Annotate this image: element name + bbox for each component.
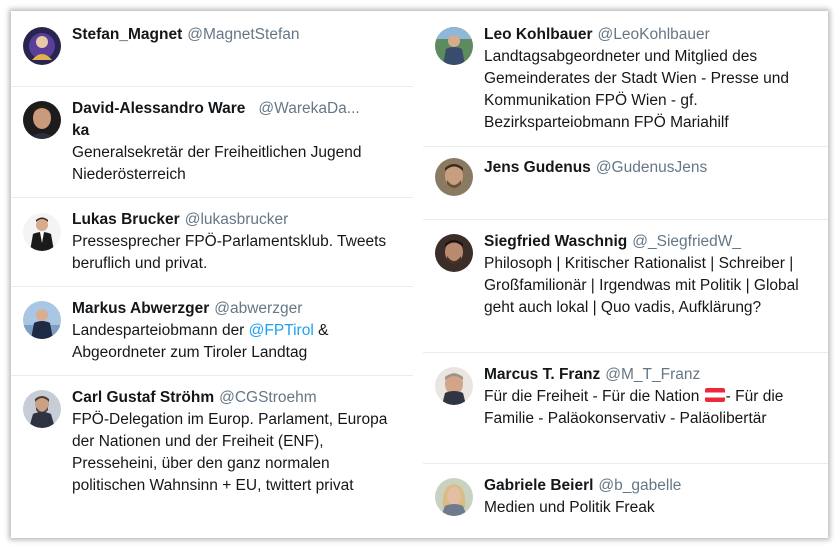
user-card-lukas-brucker[interactable]: Lukas Brucker @lukasbrucker Pressespreche… <box>11 197 413 287</box>
user-bio: Pressesprecher FPÖ-Parlamentsklub. Tweet… <box>72 233 387 272</box>
user-bio: Für die Freiheit - Für die Nation - Für … <box>484 386 822 430</box>
user-name[interactable]: Marcus T. Franz <box>484 366 600 383</box>
user-bio: Landtagsabgeordneter und Mitglied des Ge… <box>484 48 789 131</box>
avatar[interactable] <box>435 234 473 272</box>
avatar[interactable] <box>435 478 473 516</box>
user-name[interactable]: Markus Abwerzger <box>72 300 209 317</box>
avatar[interactable] <box>23 390 61 428</box>
user-handle[interactable]: @GudenusJens <box>596 159 707 176</box>
user-card-carl-gustaf-stroehm[interactable]: Carl Gustaf Ströhm @CGStroehm FPÖ-Delegat… <box>11 375 413 538</box>
avatar[interactable] <box>435 27 473 65</box>
user-card-markus-abwerzger[interactable]: Markus Abwerzger @abwerzger Landesparteio… <box>11 286 413 376</box>
user-bio: Landesparteiobmann der @FPTirol & Abgeor… <box>72 320 407 364</box>
user-card-gabriele-beierl[interactable]: Gabriele Beierl @b_gabelle Medien und Pol… <box>423 463 828 538</box>
user-handle[interactable]: @MagnetStefan <box>187 26 299 43</box>
user-handle[interactable]: @_SiegfriedW_ <box>632 233 741 250</box>
user-card-jens-gudenus[interactable]: Jens Gudenus @GudenusJens <box>423 146 828 220</box>
user-name[interactable]: Jens Gudenus <box>484 159 591 176</box>
user-bio: FPÖ-Delegation im Europ. Parlament, Euro… <box>72 411 388 494</box>
user-name-continuation[interactable]: ka <box>72 122 89 139</box>
user-name[interactable]: Gabriele Beierl <box>484 477 593 494</box>
user-card-leo-kohlbauer[interactable]: Leo Kohlbauer @LeoKohlbauer Landtagsabgeo… <box>423 11 828 147</box>
avatar[interactable] <box>435 158 473 196</box>
austria-flag-icon <box>704 388 725 402</box>
avatar[interactable] <box>23 301 61 339</box>
user-name[interactable]: Carl Gustaf Ströhm <box>72 389 214 406</box>
user-card-stefan-magnet[interactable]: Stefan_Magnet @MagnetStefan <box>11 11 413 87</box>
bio-mention-link[interactable]: @FPTirol <box>249 322 314 339</box>
user-card-siegfried-waschnig[interactable]: Siegfried Waschnig @_SiegfriedW_ Philosop… <box>423 219 828 353</box>
user-card-david-alessandro-wareka[interactable]: David-Alessandro Ware @WarekaDa... ka Gen… <box>11 86 413 198</box>
user-handle[interactable]: @b_gabelle <box>598 477 681 494</box>
avatar[interactable] <box>23 213 61 251</box>
user-card-marcus-t-franz[interactable]: Marcus T. Franz @M_T_Franz Für die Freihe… <box>423 352 828 464</box>
avatar[interactable] <box>435 367 473 405</box>
bio-text: Für die Freiheit - Für die Nation <box>484 388 700 405</box>
avatar[interactable] <box>23 101 61 139</box>
user-handle[interactable]: @lukasbrucker <box>185 211 289 228</box>
user-name[interactable]: Leo Kohlbauer <box>484 26 593 43</box>
user-name[interactable]: Lukas Brucker <box>72 211 180 228</box>
user-handle[interactable]: @WarekaDa... <box>258 100 359 117</box>
user-name[interactable]: Stefan_Magnet <box>72 26 182 43</box>
user-bio: Medien und Politik Freak <box>484 499 655 516</box>
user-name[interactable]: Siegfried Waschnig <box>484 233 627 250</box>
user-name[interactable]: David-Alessandro Ware <box>72 100 245 117</box>
user-bio: Philosoph | Kritischer Rationalist | Sch… <box>484 255 799 316</box>
bio-text: Landesparteiobmann der <box>72 322 245 339</box>
user-handle[interactable]: @abwerzger <box>214 300 302 317</box>
user-handle[interactable]: @M_T_Franz <box>605 366 700 383</box>
avatar[interactable] <box>23 27 61 65</box>
who-to-follow-panel: Stefan_Magnet @MagnetStefan David-Alessan… <box>11 11 828 538</box>
user-handle[interactable]: @CGStroehm <box>219 389 317 406</box>
user-handle[interactable]: @LeoKohlbauer <box>598 26 710 43</box>
user-bio: Generalsekretär der Freiheitlichen Jugen… <box>72 144 362 183</box>
